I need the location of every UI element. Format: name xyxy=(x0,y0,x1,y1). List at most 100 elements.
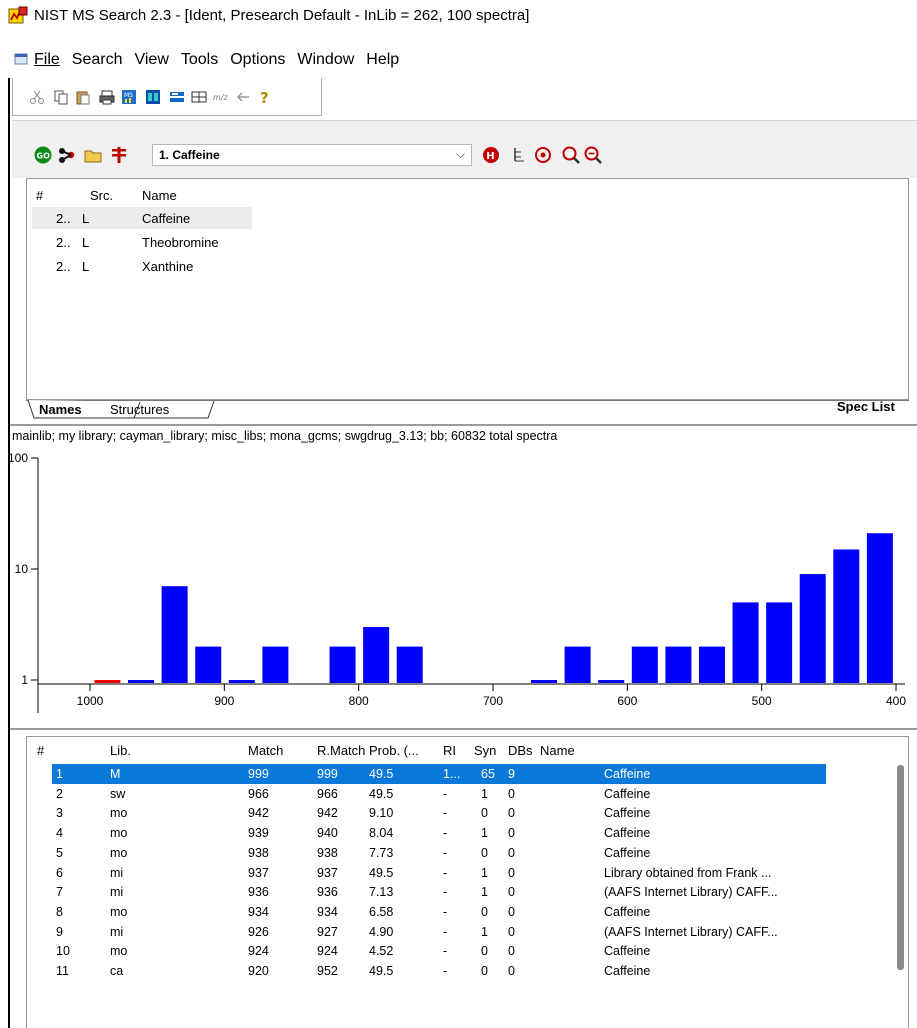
results-header-lib[interactable]: Lib. xyxy=(110,743,131,758)
table-cell: - xyxy=(443,826,448,841)
table-cell: - xyxy=(443,806,448,821)
x-tick-label: 500 xyxy=(752,694,772,708)
menu-tools[interactable]: Tools xyxy=(181,51,218,69)
search-combo[interactable]: 1. Caffeine ⌵ xyxy=(152,144,472,166)
table-cell: 938 xyxy=(317,845,338,860)
svg-text:m/z: m/z xyxy=(213,93,228,102)
table-cell: 1 xyxy=(56,767,63,781)
zoom-in-icon[interactable] xyxy=(562,146,580,164)
table-cell: 8.04 xyxy=(369,826,394,841)
table-cell: 5 xyxy=(56,845,63,860)
tab-names[interactable]: Names xyxy=(39,401,82,419)
histogram-bar xyxy=(631,646,658,683)
table-cell: 0 xyxy=(508,944,515,959)
table-cell: 10 xyxy=(56,944,70,959)
table-cell: 1 xyxy=(481,885,488,900)
table-cell: 937 xyxy=(248,865,269,880)
hits-icon[interactable]: H xyxy=(482,146,500,164)
table-cell: Caffeine xyxy=(604,767,651,781)
results-header-prob[interactable]: Prob. (... xyxy=(369,743,419,758)
library-icon[interactable] xyxy=(145,89,161,105)
tree-icon[interactable] xyxy=(512,146,530,164)
copy-icon[interactable] xyxy=(53,89,69,105)
table-cell: 934 xyxy=(317,904,338,919)
title-bar: NIST MS Search 2.3 - [Ident, Presearch D… xyxy=(0,0,917,34)
table-cell: Caffeine xyxy=(604,806,651,821)
open-folder-icon[interactable] xyxy=(84,146,102,164)
table-cell: 0 xyxy=(481,904,488,919)
table-cell: 999 xyxy=(248,767,269,781)
histogram-bar xyxy=(363,627,390,683)
table-cell: 0 xyxy=(508,865,515,880)
table-cell: - xyxy=(443,845,448,860)
structure-search-icon[interactable] xyxy=(58,146,76,164)
chevron-down-icon[interactable]: ⌵ xyxy=(456,147,465,162)
results-header-rmatch[interactable]: R.Match xyxy=(317,743,365,758)
zoom-out-icon[interactable] xyxy=(584,146,602,164)
table-cell: 0 xyxy=(508,786,515,801)
table-cell: 942 xyxy=(248,806,269,821)
results-header-syn[interactable]: Syn xyxy=(474,743,496,758)
hit-list-header-num[interactable]: # xyxy=(36,188,43,203)
hit-list-header-src[interactable]: Src. xyxy=(90,188,113,203)
table-cell: 0 xyxy=(481,806,488,821)
target-icon[interactable] xyxy=(534,146,552,164)
table-cell: 0 xyxy=(481,845,488,860)
menu-file[interactable]: File xyxy=(34,51,60,69)
y-tick-label: 10 xyxy=(15,562,29,576)
results-header-dbs[interactable]: DBs xyxy=(508,743,533,758)
results-header-ri[interactable]: RI xyxy=(443,743,456,758)
histogram-bar xyxy=(262,646,289,683)
results-header-name[interactable]: Name xyxy=(540,743,575,758)
table-cell: 924 xyxy=(317,944,338,959)
tab-structures[interactable]: Structures xyxy=(110,401,169,419)
table-cell: 0 xyxy=(508,964,515,978)
histogram-bar xyxy=(799,574,826,683)
table-cell: 927 xyxy=(317,924,338,939)
svg-text:GO: GO xyxy=(37,152,51,161)
table-cell: 1 xyxy=(481,865,488,880)
menu-options[interactable]: Options xyxy=(230,51,285,69)
table-cell: 924 xyxy=(248,944,269,959)
table-cell: mi xyxy=(110,924,124,939)
print-icon[interactable] xyxy=(99,89,115,105)
mz-icon[interactable]: m/z xyxy=(213,89,229,105)
grid-icon[interactable] xyxy=(191,89,207,105)
document-icon[interactable] xyxy=(14,52,28,66)
mass-spectrum-icon[interactable]: MS xyxy=(121,89,137,105)
histogram-bar xyxy=(94,680,121,683)
table-cell: Caffeine xyxy=(604,944,651,959)
table-cell: 939 xyxy=(248,826,269,841)
menu-bar: File Search View Tools Options Window He… xyxy=(0,46,917,74)
compare-icon[interactable] xyxy=(169,89,185,105)
x-tick-label: 900 xyxy=(214,694,234,708)
table-cell: 934 xyxy=(248,904,269,919)
results-header-match[interactable]: Match xyxy=(248,743,283,758)
match-histogram-chart: 100 10 1 1000 900 800 700 600 500 400 xyxy=(8,451,906,713)
menu-view[interactable]: View xyxy=(134,51,168,69)
table-cell: 926 xyxy=(248,924,269,939)
hit-list-name: Theobromine xyxy=(142,235,219,250)
table-cell: - xyxy=(443,944,448,959)
results-header-num[interactable]: # xyxy=(37,743,44,758)
spec-list-label[interactable]: Spec List xyxy=(837,399,895,414)
cut-icon[interactable] xyxy=(29,89,45,105)
back-arrow-icon[interactable] xyxy=(235,89,251,105)
table-cell: (AAFS Internet Library) CAFF... xyxy=(604,924,778,939)
x-tick-label: 800 xyxy=(349,694,369,708)
scrollbar-thumb[interactable] xyxy=(897,765,904,970)
paste-icon[interactable] xyxy=(75,89,91,105)
go-icon[interactable]: GO xyxy=(34,146,52,164)
window-title: NIST MS Search 2.3 - [Ident, Presearch D… xyxy=(34,7,530,24)
help-icon[interactable]: ? xyxy=(257,89,273,105)
table-cell: - xyxy=(443,904,448,919)
menu-window[interactable]: Window xyxy=(297,51,354,69)
x-tick-label: 1000 xyxy=(77,694,104,708)
menu-help[interactable]: Help xyxy=(366,51,399,69)
histogram-bar xyxy=(564,646,591,683)
table-cell: 0 xyxy=(508,924,515,939)
menu-search[interactable]: Search xyxy=(72,51,123,69)
filter-icon[interactable] xyxy=(110,146,128,164)
hit-list-header-name[interactable]: Name xyxy=(142,188,177,203)
table-cell: 7 xyxy=(56,885,63,900)
